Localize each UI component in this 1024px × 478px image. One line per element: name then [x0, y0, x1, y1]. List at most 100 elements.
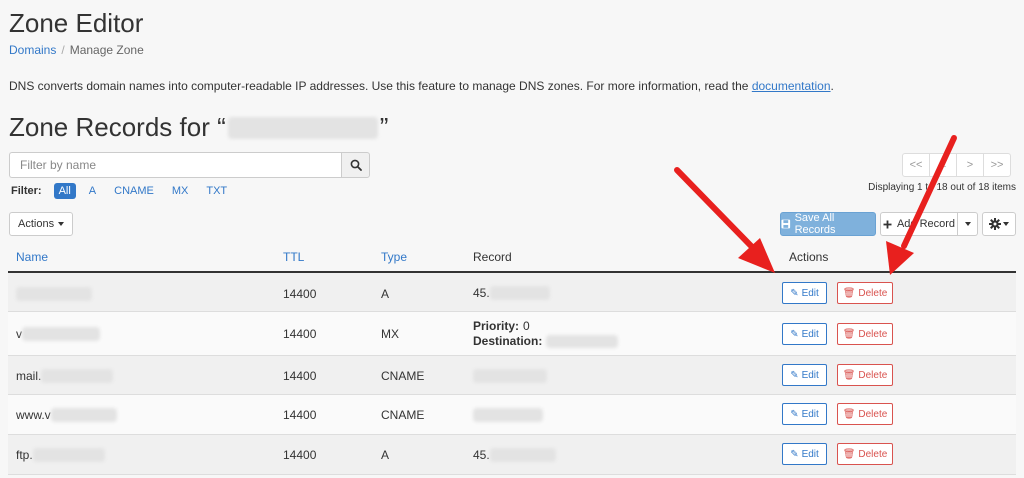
first-page-button[interactable]: <<: [902, 153, 930, 177]
settings-dropdown-button[interactable]: [982, 212, 1016, 236]
delete-button[interactable]: 🗑 Delete: [837, 323, 893, 345]
search-button[interactable]: [341, 152, 370, 178]
trash-icon: 🗑: [842, 448, 856, 460]
record-value: [473, 408, 543, 422]
record-type: A: [381, 287, 390, 301]
edit-label: Edit: [801, 408, 819, 420]
record-ttl: 14400: [283, 369, 317, 383]
pencil-icon: ✎: [790, 408, 799, 420]
filter-row: Filter: All A CNAME MX TXT: [11, 183, 236, 199]
row-actions: ✎ Edit 🗑 Delete: [782, 282, 893, 304]
arrow-to-edit: [674, 167, 759, 254]
record-name-text: ftp.: [16, 448, 33, 462]
redacted-record: [489, 286, 550, 300]
redacted-name: [41, 369, 114, 383]
record-name: www.v: [16, 408, 117, 422]
edit-button[interactable]: ✎ Edit: [782, 282, 827, 304]
zone-heading-prefix: Zone Records for “: [9, 112, 226, 142]
row-actions: ✎ Edit 🗑 Delete: [782, 443, 893, 465]
record-ttl: 14400: [283, 448, 317, 462]
row-actions: ✎ Edit 🗑 Delete: [782, 323, 893, 345]
redacted-name: [50, 408, 117, 422]
edit-button[interactable]: ✎ Edit: [782, 403, 827, 425]
pencil-icon: ✎: [790, 328, 799, 340]
record-name-text: mail.: [16, 369, 42, 383]
table-row: mail. 14400 CNAME ✎ Edit 🗑 Delete: [8, 356, 1016, 395]
trash-icon: 🗑: [842, 369, 856, 381]
page-title: Zone Editor: [9, 8, 144, 38]
chevron-down-icon: [964, 222, 971, 226]
table-header: Name TTL Type Record Actions: [8, 244, 1016, 273]
chevron-down-icon: [58, 222, 65, 226]
prev-page-button[interactable]: <: [929, 153, 957, 177]
column-header-ttl[interactable]: TTL: [283, 250, 304, 264]
edit-label: Edit: [801, 287, 819, 299]
redacted-domain: [227, 116, 378, 139]
breadcrumb-domains-link[interactable]: Domains: [9, 43, 56, 57]
add-record-group: Add Record: [880, 212, 978, 236]
add-record-button[interactable]: Add Record: [880, 212, 958, 236]
delete-button[interactable]: 🗑 Delete: [837, 403, 893, 425]
column-header-actions: Actions: [789, 250, 829, 264]
filter-mx[interactable]: MX: [167, 183, 194, 199]
pencil-icon: ✎: [790, 448, 799, 460]
row-actions: ✎ Edit 🗑 Delete: [782, 364, 893, 386]
filter-a[interactable]: A: [84, 183, 101, 199]
record-value: 45.: [473, 286, 550, 300]
record-type: MX: [381, 327, 399, 341]
record-type: CNAME: [381, 369, 425, 383]
delete-label: Delete: [858, 408, 888, 420]
zone-records-table: Name TTL Type Record Actions 14400 A 45.…: [8, 244, 1016, 475]
next-page-button[interactable]: >: [956, 153, 984, 177]
delete-button[interactable]: 🗑 Delete: [837, 443, 893, 465]
record-name: mail.: [16, 369, 114, 383]
display-count: Displaying 1 to 18 out of 18 items: [868, 182, 1016, 193]
record-value: [473, 369, 547, 383]
trash-icon: 🗑: [842, 408, 856, 420]
redacted-destination: [546, 334, 619, 348]
edit-button[interactable]: ✎ Edit: [782, 443, 827, 465]
filter-by-name-input[interactable]: [9, 152, 341, 178]
priority-value: 0: [523, 319, 530, 333]
documentation-link[interactable]: documentation: [752, 79, 831, 93]
trash-icon: 🗑: [842, 287, 856, 299]
edit-label: Edit: [801, 328, 819, 340]
edit-label: Edit: [801, 448, 819, 460]
delete-button[interactable]: 🗑 Delete: [837, 282, 893, 304]
destination-label: Destination:: [473, 334, 543, 348]
priority-label: Priority:: [473, 319, 520, 333]
pencil-icon: ✎: [790, 287, 799, 299]
delete-label: Delete: [858, 448, 888, 460]
filter-all[interactable]: All: [53, 183, 76, 199]
column-header-record: Record: [473, 250, 512, 264]
filter-txt[interactable]: TXT: [201, 183, 232, 199]
column-header-type[interactable]: Type: [381, 250, 407, 264]
redacted-record: [473, 369, 547, 383]
intro-sentence: DNS converts domain names into computer-…: [9, 79, 752, 93]
row-actions: ✎ Edit 🗑 Delete: [782, 403, 893, 425]
record-ttl: 14400: [283, 408, 317, 422]
actions-dropdown-button[interactable]: Actions: [9, 212, 74, 236]
add-record-label: Add Record: [896, 218, 956, 230]
record-name-text: www.v: [16, 408, 51, 422]
column-header-name[interactable]: Name: [16, 250, 48, 264]
last-page-button[interactable]: >>: [983, 153, 1011, 177]
delete-button[interactable]: 🗑 Delete: [837, 364, 893, 386]
zone-heading-suffix: ”: [379, 112, 389, 142]
delete-label: Delete: [858, 328, 888, 340]
edit-button[interactable]: ✎ Edit: [782, 364, 827, 386]
actions-label: Actions: [18, 218, 55, 230]
trash-icon: 🗑: [842, 328, 856, 340]
breadcrumb: Domains / Manage Zone: [9, 43, 144, 57]
filter-cname[interactable]: CNAME: [109, 183, 159, 199]
search-group: [9, 152, 370, 178]
redacted-record: [473, 408, 543, 422]
redacted-name: [22, 327, 100, 341]
intro-text: DNS converts domain names into computer-…: [9, 79, 834, 93]
edit-label: Edit: [801, 369, 819, 381]
add-record-dropdown-toggle[interactable]: [958, 212, 978, 236]
record-name: [16, 287, 92, 301]
save-all-records-button[interactable]: Save All Records: [780, 212, 876, 236]
edit-button[interactable]: ✎ Edit: [782, 323, 827, 345]
mx-priority: Priority: 0: [473, 319, 618, 333]
